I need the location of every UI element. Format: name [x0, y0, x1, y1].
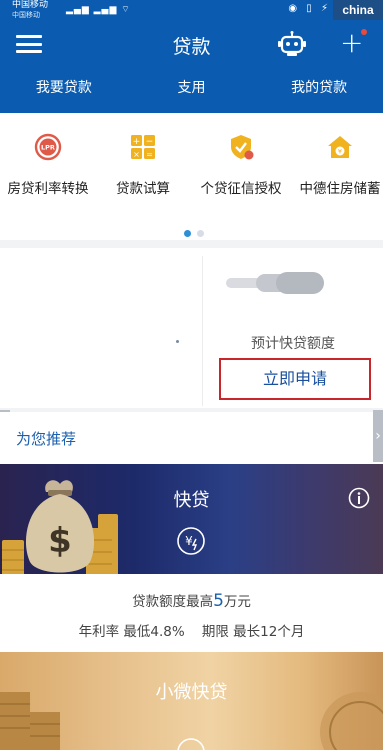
- amount-value: 5: [213, 591, 224, 611]
- tab-apply-loan[interactable]: 我要贷款: [0, 66, 128, 113]
- carrier-name: 中国移动: [12, 0, 49, 10]
- status-bar: 中国移动 中国移动 ▂▄▆ ▂▄▆ ⌔ ◉ ▯ ⚡ china: [0, 0, 383, 22]
- tab-my-loans[interactable]: 我的贷款: [255, 66, 383, 113]
- calculator-icon: + − × =: [131, 135, 155, 159]
- apply-now-button[interactable]: 立即申请: [219, 358, 371, 400]
- service-lpr-conversion[interactable]: LPR 房贷利率转换: [4, 133, 92, 197]
- yen-lightning-icon: ¥: [177, 527, 205, 555]
- recommend-section: 为您推荐: [0, 412, 383, 464]
- app-header: 贷款 +: [0, 22, 383, 66]
- carousel-right-arrow[interactable]: ›: [373, 410, 383, 462]
- svg-text:¥: ¥: [185, 534, 193, 548]
- svg-text:¥: ¥: [338, 148, 342, 156]
- service-label: 中德住房储蓄: [299, 181, 381, 197]
- notification-dot: [361, 29, 367, 35]
- decorative-dot: [176, 340, 179, 343]
- kuaidai-title: 快贷: [173, 490, 210, 511]
- amount-unit: 万元: [223, 594, 251, 610]
- status-icons: ◉ ▯ ⚡: [288, 3, 331, 14]
- shield-badge-icon: [231, 135, 254, 160]
- kuaidai-banner[interactable]: $ 快贷 ¥: [0, 464, 383, 574]
- quota-card: 预计快贷额度 立即申请: [0, 248, 383, 408]
- tab-drawdown[interactable]: 支用: [128, 66, 256, 113]
- divider: [202, 256, 203, 406]
- page-dot: [197, 230, 204, 237]
- building-icon: [177, 738, 205, 750]
- carrier-name-secondary: 中国移动: [12, 11, 40, 19]
- xiaowei-banner[interactable]: 小微快贷: [0, 652, 383, 750]
- max-amount-line: 贷款额度最高5万元: [0, 590, 383, 611]
- plus-icon[interactable]: +: [340, 29, 363, 57]
- robot-assistant-icon[interactable]: [277, 31, 307, 57]
- kuaidai-details: 贷款额度最高5万元 年利率 最低4.8% 期限 最长12个月: [0, 574, 383, 652]
- loan-tabs: 我要贷款 支用 我的贷款: [0, 66, 383, 113]
- service-label: 贷款试算: [116, 181, 170, 197]
- svg-text:−: −: [146, 137, 154, 147]
- svg-text:=: =: [146, 150, 153, 159]
- masked-amount: [226, 272, 324, 294]
- house-icon: ¥: [328, 136, 352, 158]
- service-loan-calculator[interactable]: + − × = 贷款试算: [110, 133, 176, 197]
- estimated-quota-label: 预计快贷额度: [251, 336, 335, 352]
- service-label: 个贷征信授权: [200, 181, 282, 197]
- xiaowei-title: 小微快贷: [155, 682, 228, 703]
- lpr-icon-text: LPR: [41, 144, 55, 152]
- page-title: 贷款: [172, 36, 211, 58]
- svg-text:×: ×: [133, 150, 140, 159]
- signal-icon: ▂▄▆ ▂▄▆ ⌔: [66, 5, 131, 15]
- service-credit-authorization[interactable]: 个贷征信授权: [197, 133, 285, 197]
- page-indicator: [184, 222, 210, 241]
- watermark-logo: china: [333, 0, 383, 20]
- svg-text:$: $: [48, 521, 72, 561]
- lpr-icon: LPR: [34, 133, 62, 161]
- quick-services: LPR 房贷利率转换 + − × = 贷款试算 个贷征信授权 ¥ 中德住房储蓄: [0, 113, 383, 240]
- svg-text:+: +: [133, 137, 141, 147]
- amount-prefix: 贷款额度最高: [132, 594, 214, 610]
- service-housing-savings[interactable]: ¥ 中德住房储蓄: [296, 133, 383, 197]
- page-dot-active: [184, 230, 191, 237]
- recommend-heading: 为您推荐: [16, 430, 77, 448]
- carrier-info: 中国移动 中国移动: [12, 0, 48, 20]
- info-icon[interactable]: [348, 487, 370, 509]
- rate-term-line: 年利率 最低4.8% 期限 最长12个月: [78, 624, 305, 640]
- service-label: 房贷利率转换: [7, 181, 89, 197]
